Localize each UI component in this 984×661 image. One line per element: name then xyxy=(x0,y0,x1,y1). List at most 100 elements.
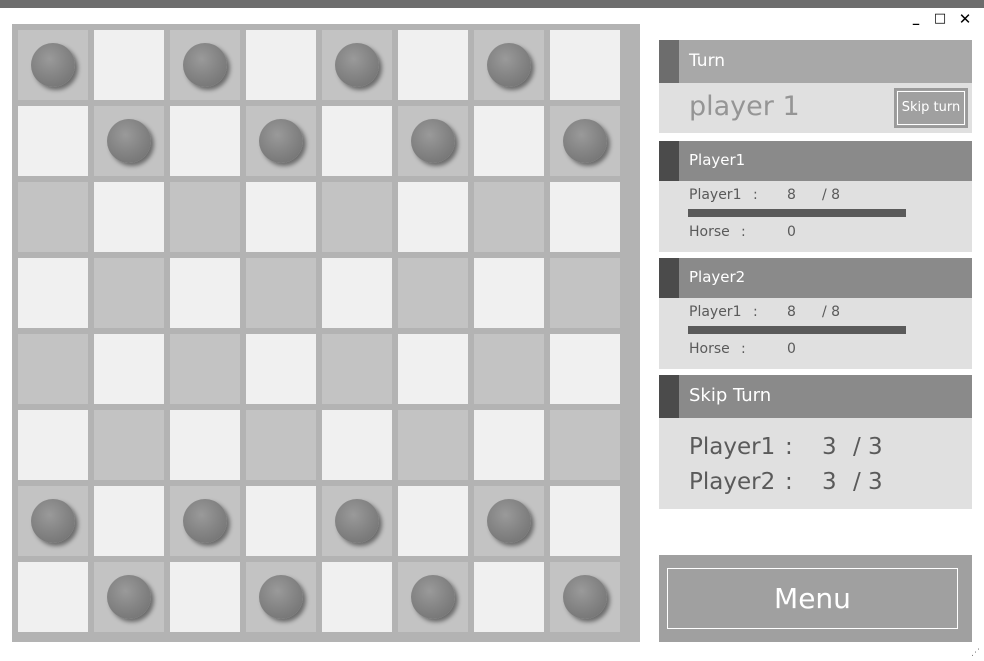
board-square[interactable] xyxy=(322,182,392,252)
board-square[interactable] xyxy=(550,182,620,252)
board-square[interactable] xyxy=(170,30,240,100)
board-square[interactable] xyxy=(398,486,468,556)
skip-turn-button[interactable]: Skip turn xyxy=(894,88,968,128)
board-square[interactable] xyxy=(94,334,164,404)
board-square[interactable] xyxy=(474,410,544,480)
game-piece[interactable] xyxy=(411,119,455,163)
header-accent xyxy=(659,40,679,83)
board-square[interactable] xyxy=(18,410,88,480)
board-square[interactable] xyxy=(246,258,316,328)
board-square[interactable] xyxy=(322,410,392,480)
game-piece[interactable] xyxy=(259,575,303,619)
board-square[interactable] xyxy=(246,30,316,100)
board-square[interactable] xyxy=(550,410,620,480)
board-square[interactable] xyxy=(550,30,620,100)
board-square[interactable] xyxy=(170,562,240,632)
board-square[interactable] xyxy=(322,30,392,100)
board-square[interactable] xyxy=(474,182,544,252)
board-square[interactable] xyxy=(398,562,468,632)
game-piece[interactable] xyxy=(563,575,607,619)
board-square[interactable] xyxy=(18,562,88,632)
board-square[interactable] xyxy=(474,486,544,556)
board-square[interactable] xyxy=(18,30,88,100)
board-square[interactable] xyxy=(550,486,620,556)
board-square[interactable] xyxy=(18,106,88,176)
resize-grip-icon[interactable]: ⋰ xyxy=(971,648,980,658)
board-square[interactable] xyxy=(246,486,316,556)
board-square[interactable] xyxy=(170,334,240,404)
game-piece[interactable] xyxy=(335,43,379,87)
board-square[interactable] xyxy=(474,334,544,404)
board-square[interactable] xyxy=(322,486,392,556)
pieces-max: / 8 xyxy=(822,304,841,320)
board-square[interactable] xyxy=(474,30,544,100)
game-piece[interactable] xyxy=(183,43,227,87)
minimize-button[interactable]: _ xyxy=(907,10,925,28)
board-square[interactable] xyxy=(94,106,164,176)
board-square[interactable] xyxy=(94,182,164,252)
board-square[interactable] xyxy=(94,258,164,328)
board-square[interactable] xyxy=(322,106,392,176)
pieces-max: / 8 xyxy=(822,187,841,203)
board-square[interactable] xyxy=(246,334,316,404)
horse-label: Horse xyxy=(689,341,730,357)
board-square[interactable] xyxy=(170,106,240,176)
game-board xyxy=(12,24,640,642)
game-piece[interactable] xyxy=(107,575,151,619)
board-square[interactable] xyxy=(474,562,544,632)
pieces-current: 8 xyxy=(787,187,796,203)
player1-body: Player1 : 8 / 8 Horse : 0 xyxy=(659,181,972,252)
board-square[interactable] xyxy=(94,562,164,632)
skip-current: 3 xyxy=(822,469,837,495)
board-square[interactable] xyxy=(474,258,544,328)
close-button[interactable]: ✕ xyxy=(956,10,974,28)
board-square[interactable] xyxy=(246,106,316,176)
board-square[interactable] xyxy=(246,182,316,252)
board-square[interactable] xyxy=(18,182,88,252)
turn-title: Turn xyxy=(689,51,726,71)
board-square[interactable] xyxy=(18,486,88,556)
game-piece[interactable] xyxy=(31,499,75,543)
board-square[interactable] xyxy=(18,334,88,404)
game-piece[interactable] xyxy=(183,499,227,543)
board-square[interactable] xyxy=(170,258,240,328)
board-square[interactable] xyxy=(550,334,620,404)
colon: : xyxy=(741,224,746,240)
board-square[interactable] xyxy=(550,562,620,632)
board-square[interactable] xyxy=(398,30,468,100)
game-piece[interactable] xyxy=(487,43,531,87)
board-square[interactable] xyxy=(94,410,164,480)
horse-label: Horse xyxy=(689,224,730,240)
maximize-button[interactable]: □ xyxy=(931,10,949,28)
board-square[interactable] xyxy=(398,106,468,176)
board-square[interactable] xyxy=(398,182,468,252)
menu-button[interactable]: Menu xyxy=(667,568,958,629)
game-piece[interactable] xyxy=(31,43,75,87)
board-square[interactable] xyxy=(18,258,88,328)
board-square[interactable] xyxy=(94,30,164,100)
board-square[interactable] xyxy=(550,106,620,176)
board-square[interactable] xyxy=(322,258,392,328)
player2-header: Player2 xyxy=(659,258,972,298)
pieces-label: Player1 xyxy=(689,304,742,320)
colon: : xyxy=(753,187,758,203)
board-square[interactable] xyxy=(170,486,240,556)
board-square[interactable] xyxy=(94,486,164,556)
game-piece[interactable] xyxy=(335,499,379,543)
game-piece[interactable] xyxy=(411,575,455,619)
board-square[interactable] xyxy=(322,334,392,404)
board-square[interactable] xyxy=(398,258,468,328)
board-square[interactable] xyxy=(550,258,620,328)
game-piece[interactable] xyxy=(259,119,303,163)
board-square[interactable] xyxy=(398,334,468,404)
game-piece[interactable] xyxy=(107,119,151,163)
board-square[interactable] xyxy=(170,182,240,252)
game-piece[interactable] xyxy=(563,119,607,163)
game-piece[interactable] xyxy=(487,499,531,543)
board-square[interactable] xyxy=(170,410,240,480)
board-square[interactable] xyxy=(246,562,316,632)
board-square[interactable] xyxy=(474,106,544,176)
board-square[interactable] xyxy=(322,562,392,632)
board-square[interactable] xyxy=(398,410,468,480)
board-square[interactable] xyxy=(246,410,316,480)
